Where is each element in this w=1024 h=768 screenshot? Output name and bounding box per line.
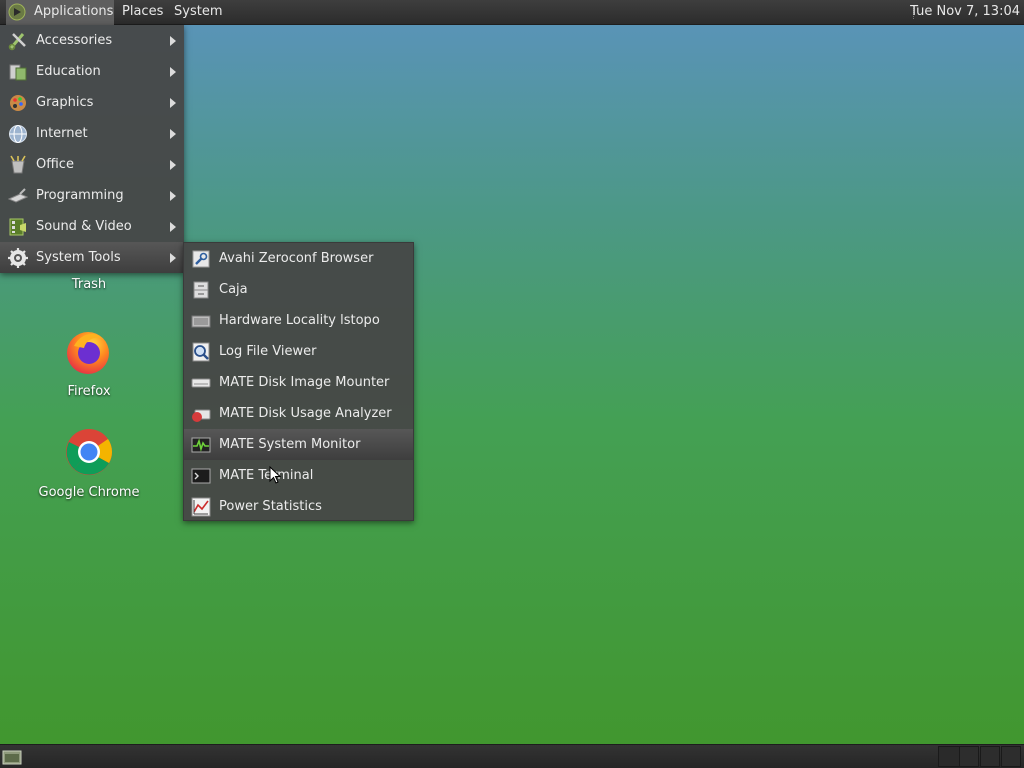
desktop-icon-chrome[interactable]: Google Chrome (34, 427, 144, 500)
desktop-icon-label: Google Chrome (38, 485, 140, 500)
menu-item-label: MATE Terminal (219, 468, 314, 483)
applications-menu: Accessories Education Graphics Internet … (0, 25, 184, 273)
desktop-icon-label: Firefox (67, 384, 111, 399)
menu-item-power-statistics[interactable]: Power Statistics (184, 491, 413, 522)
menu-item-label: Power Statistics (219, 499, 322, 514)
menu-item-mate-disk-usage-analyzer[interactable]: MATE Disk Usage Analyzer (184, 398, 413, 429)
submenu-arrow-icon (170, 160, 176, 170)
menu-item-label: MATE System Monitor (219, 437, 361, 452)
menu-item-accessories[interactable]: Accessories (0, 25, 184, 56)
disk-mounter-icon (191, 378, 211, 388)
menu-item-label: Office (36, 157, 74, 172)
places-menu-button[interactable]: Places (115, 0, 170, 25)
desktop-icon-trash[interactable]: Trash (34, 277, 144, 292)
menu-item-sound-video[interactable]: Sound & Video (0, 211, 184, 242)
menu-item-programming[interactable]: Programming (0, 180, 184, 211)
mouse-cursor-icon (269, 466, 281, 484)
submenu-arrow-icon (170, 67, 176, 77)
applications-menu-button[interactable]: Applications (6, 0, 114, 25)
education-icon (9, 64, 27, 81)
menu-item-log-file-viewer[interactable]: Log File Viewer (184, 336, 413, 367)
menu-item-label: Hardware Locality lstopo (219, 313, 380, 328)
menu-item-label: Internet (36, 126, 88, 141)
show-desktop-icon[interactable] (2, 748, 22, 766)
accessories-icon (8, 33, 26, 51)
menu-item-internet[interactable]: Internet (0, 118, 184, 149)
bottom-panel (0, 744, 1024, 768)
workspace-switcher-1[interactable] (938, 746, 960, 767)
system-tools-submenu: Avahi Zeroconf Browser Caja Hardware Loc… (183, 242, 414, 521)
submenu-arrow-icon (170, 191, 176, 201)
menu-item-label: Caja (219, 282, 248, 297)
menu-item-label: Accessories (36, 33, 113, 48)
clock[interactable]: Tue Nov 7, 13:04 (910, 0, 1020, 24)
workspace-switcher-2[interactable] (959, 746, 979, 767)
menu-item-avahi-zeroconf-browser[interactable]: Avahi Zeroconf Browser (184, 243, 413, 274)
terminal-icon (191, 468, 211, 484)
menu-item-mate-terminal[interactable]: MATE Terminal (184, 460, 413, 491)
submenu-arrow-icon (170, 36, 176, 46)
menu-item-label: MATE Disk Image Mounter (219, 375, 390, 390)
mate-logo-icon (8, 3, 26, 21)
chrome-icon (66, 429, 113, 475)
top-panel: Applications Places System Tue Nov 7, 13… (0, 0, 1024, 25)
submenu-arrow-icon (170, 129, 176, 139)
office-icon (10, 155, 26, 174)
log-viewer-icon (192, 342, 210, 362)
programming-icon (8, 188, 28, 203)
menu-item-label: Sound & Video (36, 219, 132, 234)
menu-item-label: MATE Disk Usage Analyzer (219, 406, 392, 421)
graphics-icon (10, 95, 26, 111)
submenu-arrow-icon (170, 222, 176, 232)
firefox-icon (67, 332, 109, 374)
avahi-icon (192, 250, 210, 268)
menu-item-label: Avahi Zeroconf Browser (219, 251, 374, 266)
workspace-switcher-3[interactable] (980, 746, 1000, 767)
menu-item-mate-system-monitor[interactable]: MATE System Monitor (184, 429, 413, 460)
menu-item-label: Programming (36, 188, 124, 203)
internet-icon (9, 125, 27, 143)
menu-item-mate-disk-image-mounter[interactable]: MATE Disk Image Mounter (184, 367, 413, 398)
submenu-arrow-icon (170, 98, 176, 108)
menu-item-label: Graphics (36, 95, 94, 110)
workspace-switcher-4[interactable] (1001, 746, 1021, 767)
disk-usage-icon (192, 409, 211, 422)
desktop-icon-firefox[interactable]: Firefox (34, 326, 144, 399)
menu-item-system-tools[interactable]: System Tools (0, 242, 184, 273)
menu-item-label: Log File Viewer (219, 344, 317, 359)
menu-item-label: Education (36, 64, 101, 79)
menu-item-label: System Tools (36, 250, 121, 265)
menu-item-office[interactable]: Office (0, 149, 184, 180)
menu-item-education[interactable]: Education (0, 56, 184, 87)
system-tools-icon (8, 248, 28, 268)
menu-item-graphics[interactable]: Graphics (0, 87, 184, 118)
submenu-arrow-icon (170, 253, 176, 263)
desktop-icon-label: Trash (71, 277, 107, 292)
system-monitor-icon (191, 437, 211, 453)
caja-icon (193, 281, 209, 299)
sound-video-icon (9, 218, 26, 236)
applications-label: Applications (34, 4, 114, 19)
menu-item-caja[interactable]: Caja (184, 274, 413, 305)
hardware-icon (191, 315, 211, 328)
power-statistics-icon (191, 497, 211, 517)
menu-item-hardware-locality-lstopo[interactable]: Hardware Locality lstopo (184, 305, 413, 336)
system-menu-button[interactable]: System (167, 0, 229, 25)
